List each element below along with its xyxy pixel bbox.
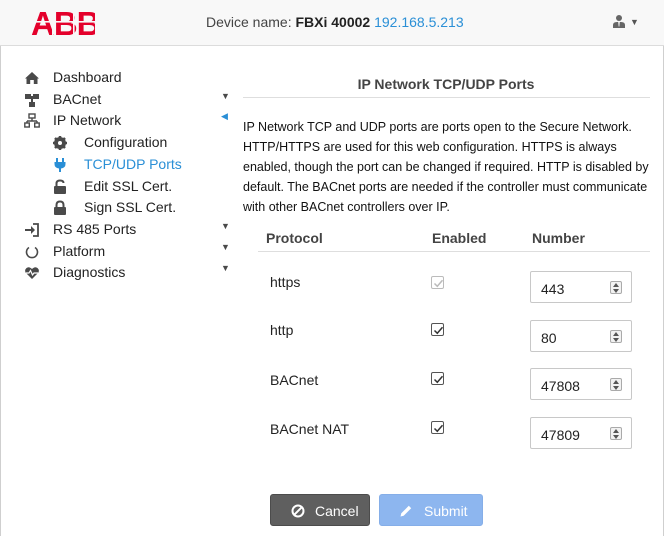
enabled-checkbox[interactable]	[431, 421, 444, 434]
lock-icon	[54, 200, 66, 215]
unlock-icon	[54, 179, 66, 194]
device-name-label: Device name:	[206, 14, 292, 30]
sidebar-item-label: Platform	[53, 243, 106, 259]
caret-down-icon[interactable]: ▼	[221, 91, 230, 101]
sidebar-item-label: TCP/UDP Ports	[84, 156, 182, 172]
abb-logo: ABB	[31, 5, 101, 42]
number-stepper[interactable]	[610, 281, 622, 294]
sidebar-item-label: BACnet	[53, 91, 102, 107]
chevron-down-icon: ▼	[630, 17, 639, 27]
ban-icon	[291, 504, 305, 518]
frame-left-border	[0, 46, 1, 536]
page-title: IP Network TCP/UDP Ports	[357, 76, 535, 92]
top-bar: ABB Device name: FBXi 40002 192.168.5.21…	[0, 0, 664, 46]
header-divider	[258, 251, 650, 252]
enabled-checkbox[interactable]	[431, 276, 444, 289]
port-number-value: 47809	[541, 427, 580, 443]
enabled-checkbox[interactable]	[431, 372, 444, 385]
port-number-value: 443	[541, 281, 565, 297]
caret-down-icon[interactable]: ▼	[221, 221, 230, 231]
pencil-icon	[400, 505, 412, 517]
port-number-value: 80	[541, 330, 557, 346]
check-icon	[433, 279, 444, 288]
column-header-enabled: Enabled	[432, 230, 487, 246]
port-number-input[interactable]: 47808	[530, 368, 632, 400]
power-icon	[25, 246, 39, 259]
port-number-input[interactable]: 47809	[530, 417, 632, 449]
number-stepper[interactable]	[610, 330, 622, 343]
cog-icon	[53, 136, 67, 150]
submit-button[interactable]: Submit	[379, 494, 483, 526]
sidebar-item-label: Configuration	[84, 134, 168, 150]
check-icon	[433, 326, 444, 335]
user-menu-button[interactable]: ▼	[604, 11, 640, 33]
caret-down-icon[interactable]: ▼	[221, 242, 230, 252]
home-icon	[25, 72, 39, 84]
port-number-input[interactable]: 80	[530, 320, 632, 352]
sidebar-item-label: Dashboard	[53, 69, 122, 85]
check-icon	[433, 424, 444, 433]
sidebar-item-label: Edit SSL Cert.	[84, 178, 173, 194]
protocol-name: BACnet	[270, 372, 319, 388]
network-icon	[25, 94, 39, 107]
caret-left-icon[interactable]: ◀	[221, 111, 228, 122]
port-number-value: 47808	[541, 378, 580, 394]
sign-in-icon	[25, 223, 39, 237]
plug-icon	[54, 158, 66, 172]
device-ip: 192.168.5.213	[374, 14, 464, 30]
sitemap-icon	[24, 113, 40, 128]
number-stepper[interactable]	[610, 378, 622, 391]
protocol-name: BACnet NAT	[270, 421, 350, 437]
user-tie-icon	[613, 15, 625, 28]
cancel-button-label: Cancel	[315, 503, 359, 519]
svg-text:ABB: ABB	[31, 8, 95, 38]
column-header-number: Number	[532, 230, 585, 246]
device-id: FBXi 40002	[295, 14, 371, 30]
submit-button-label: Submit	[424, 503, 468, 519]
cancel-button[interactable]: Cancel	[270, 494, 370, 526]
sidebar-item-label: IP Network	[53, 112, 122, 128]
caret-down-icon[interactable]: ▼	[221, 263, 230, 273]
sidebar-item-label: RS 485 Ports	[53, 221, 137, 237]
heartbeat-icon	[25, 267, 39, 279]
check-icon	[433, 375, 444, 384]
protocol-name: https	[270, 274, 301, 290]
number-stepper[interactable]	[610, 427, 622, 440]
port-number-input[interactable]: 443	[530, 271, 632, 303]
column-header-protocol: Protocol	[266, 230, 323, 246]
sidebar-item-label: Sign SSL Cert.	[84, 199, 177, 215]
protocol-name: http	[270, 322, 294, 338]
device-name: Device name: FBXi 40002 192.168.5.213	[206, 14, 464, 30]
page-description: IP Network TCP and UDP ports are ports o…	[243, 120, 649, 214]
sidebar-item-label: Diagnostics	[53, 264, 126, 280]
enabled-checkbox[interactable]	[431, 323, 444, 336]
title-divider	[243, 97, 650, 98]
